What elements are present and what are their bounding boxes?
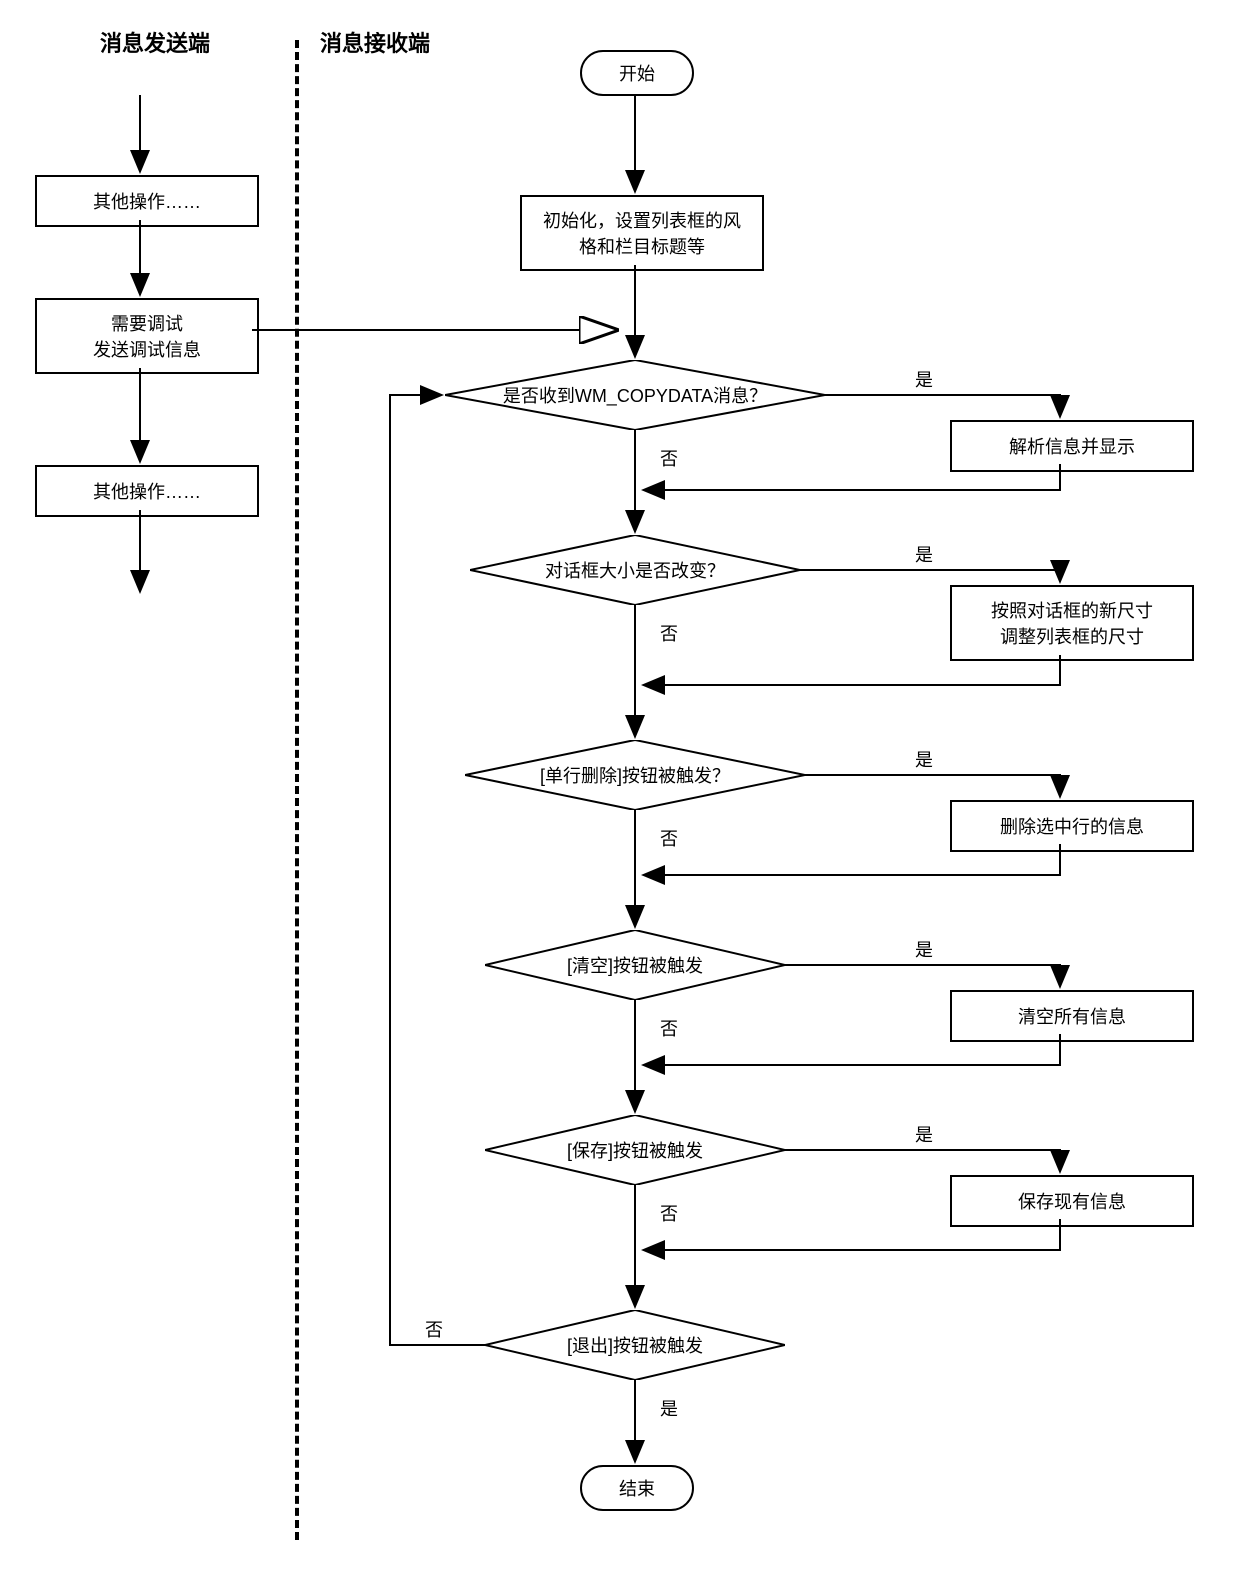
sender-heading: 消息发送端 — [100, 26, 210, 58]
action-4: 清空所有信息 — [950, 990, 1194, 1042]
no-5: 否 — [660, 1200, 678, 1226]
flowchart-diagram: 消息发送端 消息接收端 其他操作…… 需要调试发送调试信息 其他操作…… 开始 … — [20, 20, 1240, 1565]
diamond-4: [清空]按钮被触发 — [485, 930, 785, 1000]
diamond-2: 对话框大小是否改变？ — [470, 535, 800, 605]
diamond-3: [单行删除]按钮被触发？ — [465, 740, 805, 810]
divider — [295, 40, 299, 1540]
action-5: 保存现有信息 — [950, 1175, 1194, 1227]
no-4: 否 — [660, 1015, 678, 1041]
sender-box-3: 其他操作…… — [35, 465, 259, 517]
action-3: 删除选中行的信息 — [950, 800, 1194, 852]
no-2: 否 — [660, 620, 678, 646]
action-1: 解析信息并显示 — [950, 420, 1194, 472]
action-2: 按照对话框的新尺寸调整列表框的尺寸 — [950, 585, 1194, 661]
init-box: 初始化，设置列表框的风格和栏目标题等 — [520, 195, 764, 271]
receiver-heading: 消息接收端 — [320, 26, 430, 58]
no-1: 否 — [660, 445, 678, 471]
no-3: 否 — [660, 825, 678, 851]
yes-2: 是 — [915, 541, 933, 567]
yes-1: 是 — [915, 366, 933, 392]
yes-6: 是 — [660, 1395, 678, 1421]
diamond-1: 是否收到WM_COPYDATA消息？ — [445, 360, 825, 430]
yes-4: 是 — [915, 936, 933, 962]
yes-3: 是 — [915, 746, 933, 772]
start-terminal: 开始 — [580, 50, 694, 96]
sender-box-2: 需要调试发送调试信息 — [35, 298, 259, 374]
no-6: 否 — [425, 1316, 443, 1342]
sender-box-1: 其他操作…… — [35, 175, 259, 227]
yes-5: 是 — [915, 1121, 933, 1147]
end-terminal: 结束 — [580, 1465, 694, 1511]
diamond-5: [保存]按钮被触发 — [485, 1115, 785, 1185]
diamond-6: [退出]按钮被触发 — [485, 1310, 785, 1380]
